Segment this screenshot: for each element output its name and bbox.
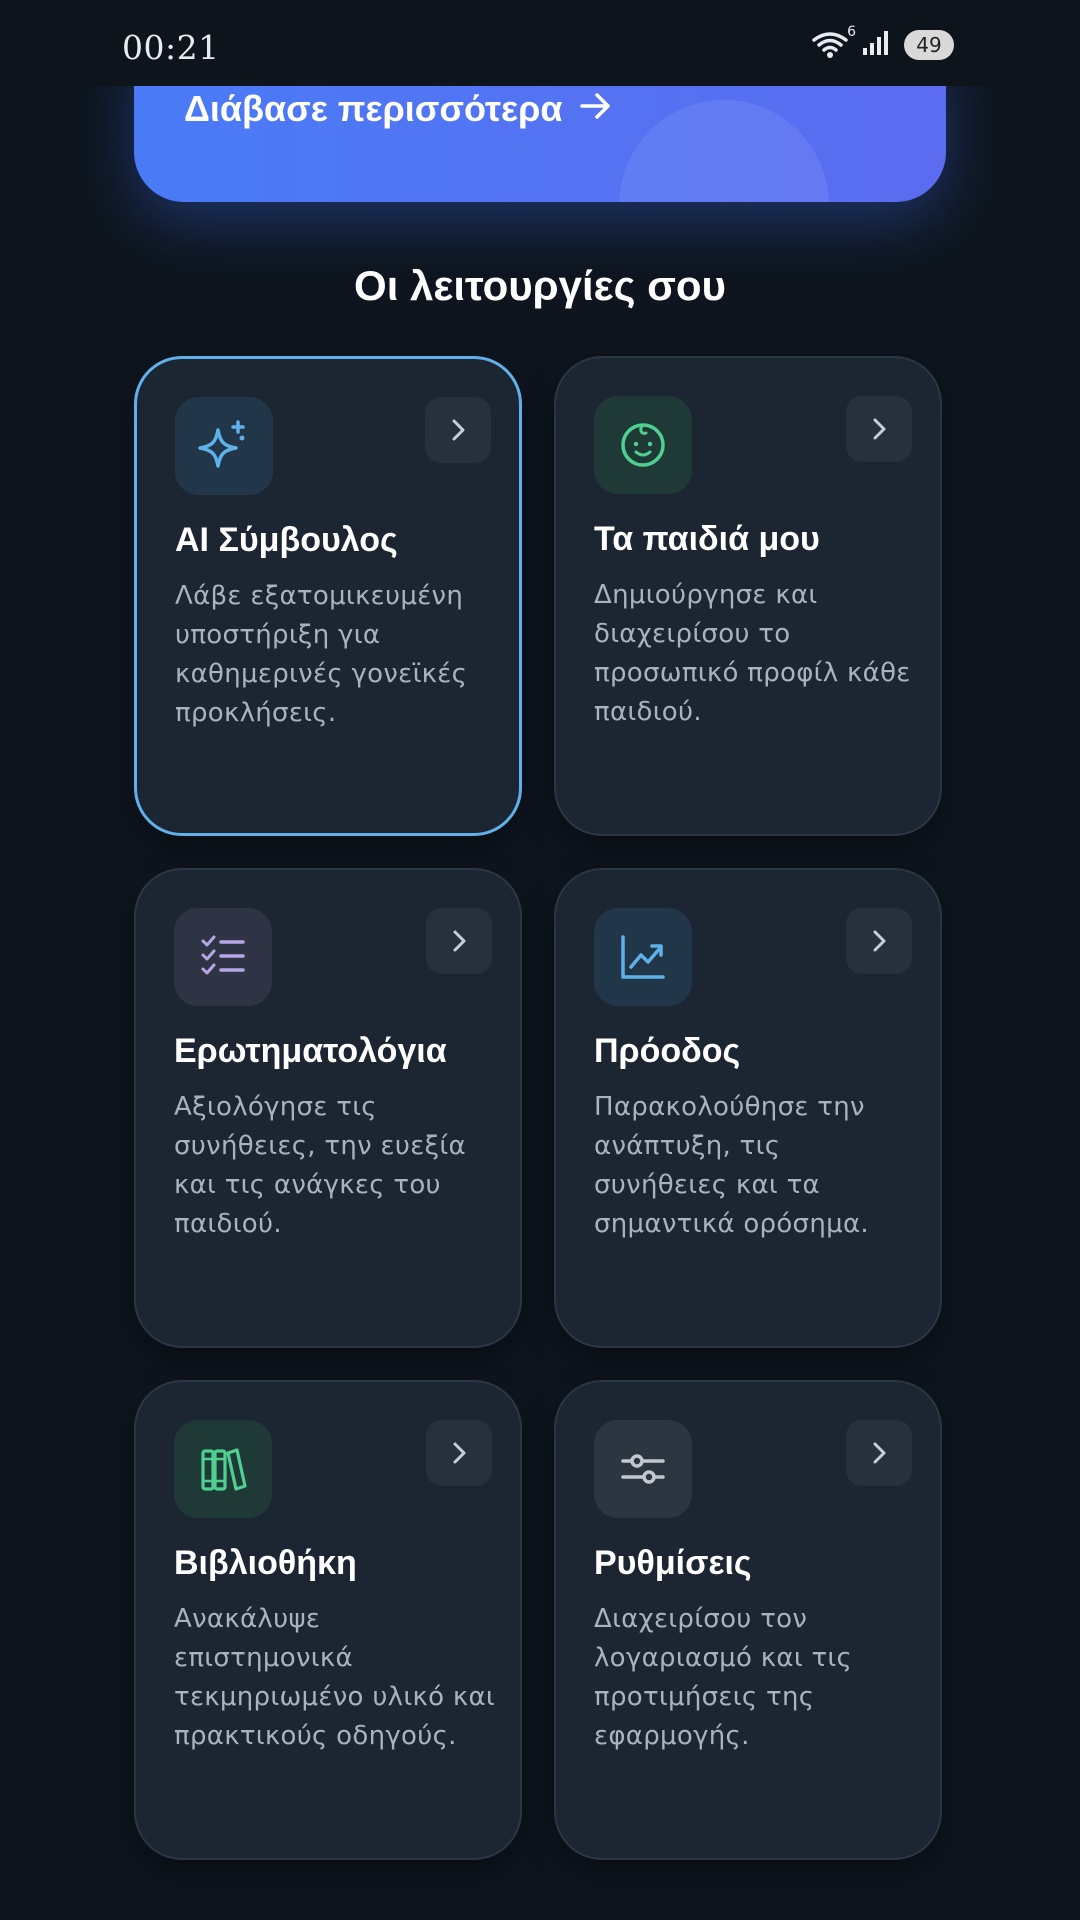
- card-title: Ερωτηματολόγια: [174, 1032, 447, 1070]
- chevron-right-icon[interactable]: [426, 1420, 492, 1486]
- trending-chart-icon: [594, 908, 692, 1006]
- card-title: Ρυθμίσεις: [594, 1544, 752, 1582]
- network-type-badge: 6: [847, 24, 856, 40]
- card-title: Βιβλιοθήκη: [174, 1544, 357, 1582]
- card-title: Τα παιδιά μου: [594, 520, 820, 558]
- chevron-right-icon[interactable]: [426, 908, 492, 974]
- feature-card-progress[interactable]: Πρόοδος Παρακολούθησε την ανάπτυξη, τις …: [554, 868, 942, 1348]
- feature-card-my-children[interactable]: Τα παιδιά μου Δημιούργησε και διαχειρίσο…: [554, 356, 942, 836]
- wifi-icon: 6: [810, 24, 856, 60]
- books-icon: [174, 1420, 272, 1518]
- card-title: Πρόοδος: [594, 1032, 741, 1070]
- card-description: Διαχειρίσου τον λογαριασμό και τις προτι…: [594, 1604, 853, 1751]
- card-description: Λάβε εξατομικευμένη υποστήριξη για καθημ…: [175, 581, 468, 728]
- section-title: Οι λειτουργίες σου: [354, 262, 726, 309]
- chevron-right-icon[interactable]: [425, 397, 491, 463]
- checklist-icon: [174, 908, 272, 1006]
- sparkles-icon: [175, 397, 273, 495]
- baby-face-icon: [594, 396, 692, 494]
- card-description: Παρακολούθησε την ανάπτυξη, τις συνήθειε…: [594, 1092, 869, 1239]
- hero-decoration: [619, 100, 829, 202]
- battery-level: 49: [916, 33, 942, 57]
- card-title: AI Σύμβουλος: [175, 521, 398, 559]
- status-icons: 6 49: [810, 24, 954, 60]
- card-description: Αξιολόγησε τις συνήθειες, την ευεξία και…: [174, 1092, 466, 1239]
- app-screen: 00:21 6 49 Διάβασε περισσότερα Οι λειτου…: [0, 0, 1080, 1920]
- card-description: Ανακάλυψε επιστημονικά τεκμηριωμένο υλικ…: [174, 1604, 495, 1751]
- status-time: 00:21: [122, 28, 220, 67]
- feature-card-ai-advisor[interactable]: AI Σύμβουλος Λάβε εξατομικευμένη υποστήρ…: [134, 356, 522, 836]
- read-more-label: Διάβασε περισσότερα: [184, 88, 563, 129]
- arrow-right-icon: [579, 88, 613, 130]
- chevron-right-icon[interactable]: [846, 908, 912, 974]
- chevron-right-icon[interactable]: [846, 1420, 912, 1486]
- status-bar: 00:21 6 49: [0, 0, 1080, 86]
- cellular-signal-icon: [862, 30, 890, 60]
- feature-card-questionnaires[interactable]: Ερωτηματολόγια Αξιολόγησε τις συνήθειες,…: [134, 868, 522, 1348]
- feature-card-library[interactable]: Βιβλιοθήκη Ανακάλυψε επιστημονικά τεκμηρ…: [134, 1380, 522, 1860]
- read-more-link[interactable]: Διάβασε περισσότερα: [184, 88, 613, 130]
- feature-card-settings[interactable]: Ρυθμίσεις Διαχειρίσου τον λογαριασμό και…: [554, 1380, 942, 1860]
- card-description: Δημιούργησε και διαχειρίσου το προσωπικό…: [594, 580, 911, 727]
- chevron-right-icon[interactable]: [846, 396, 912, 462]
- sliders-icon: [594, 1420, 692, 1518]
- battery-icon: 49: [904, 30, 954, 60]
